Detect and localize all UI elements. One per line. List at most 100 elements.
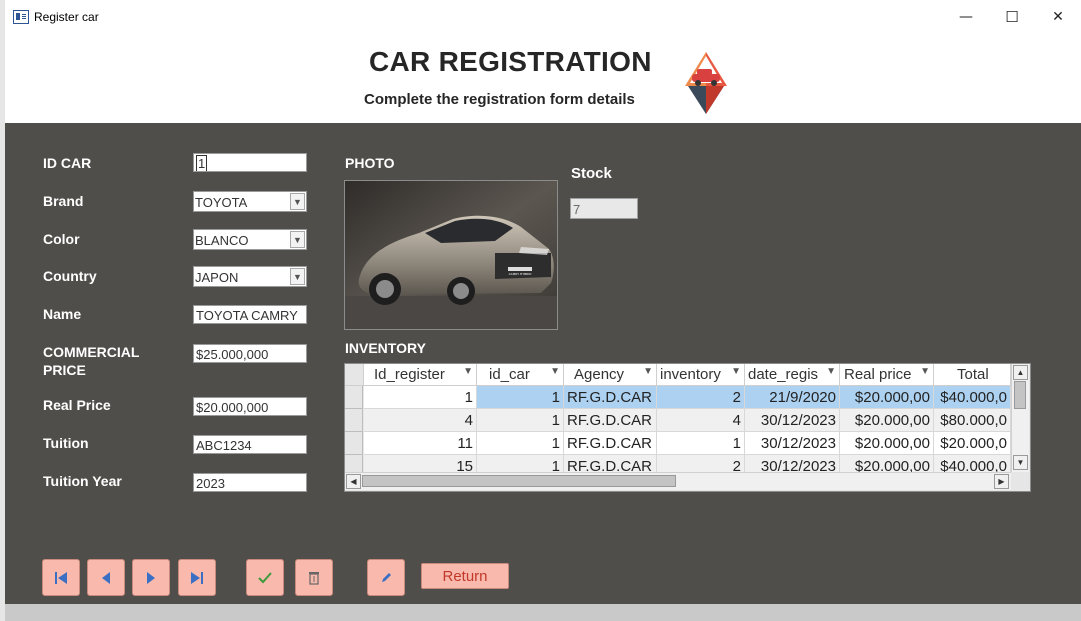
cell-id-car[interactable]: 1 xyxy=(477,432,564,455)
name-field[interactable]: TOYOTA CAMRY xyxy=(193,305,307,324)
select-all-corner[interactable] xyxy=(345,364,364,386)
register-car-window: Register car — ☐ ✕ CAR REGISTRATION Comp… xyxy=(5,0,1081,621)
stock-field: 7 xyxy=(570,198,638,219)
chevron-down-icon[interactable]: ▼ xyxy=(550,366,560,377)
col-header-real-price[interactable]: Real price ▼ xyxy=(840,364,934,386)
country-select[interactable]: JAPON ▼ xyxy=(193,266,307,287)
brand-value: TOYOTA xyxy=(195,195,248,210)
real-price-field[interactable]: $20.000,000 xyxy=(193,397,307,416)
name-label: Name xyxy=(43,306,82,322)
car-photo: CAMRY HYBRID xyxy=(344,180,558,330)
color-label: Color xyxy=(43,231,80,247)
camry-badge-text: CAMRY HYBRID xyxy=(509,272,533,276)
chevron-down-icon[interactable]: ▼ xyxy=(731,366,741,377)
cell-real-price[interactable]: $20.000,00 xyxy=(840,432,934,455)
cell-date-regis[interactable]: 21/9/2020 xyxy=(745,386,840,409)
last-record-button[interactable] xyxy=(178,559,216,596)
country-value: JAPON xyxy=(195,270,239,285)
horizontal-scrollbar[interactable]: ◀ ▶ xyxy=(345,472,1011,490)
cell-total[interactable]: $80.000,0 xyxy=(934,409,1011,432)
cell-id-car[interactable]: 1 xyxy=(477,409,564,432)
horizontal-scroll-thumb[interactable] xyxy=(362,475,676,487)
tuition-year-field[interactable]: 2023 xyxy=(193,473,307,492)
commercial-price-label-line2: PRICE xyxy=(43,362,86,378)
cell-real-price[interactable]: $20.000,00 xyxy=(840,386,934,409)
commercial-price-field[interactable]: $25.000,000 xyxy=(193,344,307,363)
stock-label: Stock xyxy=(571,165,612,182)
scroll-up-icon[interactable]: ▲ xyxy=(1013,365,1028,380)
scroll-down-icon[interactable]: ▼ xyxy=(1013,455,1028,470)
cell-total[interactable]: $40.000,0 xyxy=(934,386,1011,409)
scroll-left-icon[interactable]: ◀ xyxy=(346,474,361,489)
previous-record-icon xyxy=(102,571,110,584)
cell-inventory[interactable]: 2 xyxy=(657,386,745,409)
chevron-down-icon[interactable]: ▼ xyxy=(463,366,473,377)
previous-record-button[interactable] xyxy=(87,559,125,596)
maximize-button[interactable]: ☐ xyxy=(989,0,1035,34)
vertical-scroll-thumb[interactable] xyxy=(1014,381,1026,409)
window-title: Register car xyxy=(34,10,99,24)
col-header-agency[interactable]: Agency ▼ xyxy=(564,364,657,386)
return-button[interactable]: Return xyxy=(421,563,509,589)
inventory-label: INVENTORY xyxy=(345,340,426,356)
page-title: CAR REGISTRATION xyxy=(369,46,652,77)
cell-agency[interactable]: RF.G.D.CAR xyxy=(564,386,657,409)
chevron-down-icon[interactable]: ▼ xyxy=(826,366,836,377)
status-bar xyxy=(5,604,1081,621)
title-bar: Register car — ☐ ✕ xyxy=(5,0,1081,34)
last-record-icon xyxy=(191,571,203,584)
tuition-label: Tuition xyxy=(43,435,89,451)
delete-record-button[interactable] xyxy=(295,559,333,596)
scroll-right-icon[interactable]: ▶ xyxy=(994,474,1009,489)
first-record-button[interactable] xyxy=(42,559,80,596)
col-header-id-car[interactable]: id_car ▼ xyxy=(477,364,564,386)
cell-id-register[interactable]: 4 xyxy=(364,409,477,432)
cell-id-register[interactable]: 11 xyxy=(364,432,477,455)
id-car-field[interactable]: 1 xyxy=(193,153,307,172)
page-subtitle: Complete the registration form details xyxy=(364,91,635,108)
next-record-button[interactable] xyxy=(132,559,170,596)
chevron-down-icon[interactable]: ▼ xyxy=(290,231,305,248)
cell-date-regis[interactable]: 30/12/2023 xyxy=(745,409,840,432)
brand-select[interactable]: TOYOTA ▼ xyxy=(193,191,307,212)
cell-total[interactable]: $20.000,0 xyxy=(934,432,1011,455)
cell-agency[interactable]: RF.G.D.CAR xyxy=(564,409,657,432)
col-header-id-register[interactable]: Id_register ▼ xyxy=(364,364,477,386)
col-header-date-regis[interactable]: date_regis ▼ xyxy=(745,364,840,386)
form-header: CAR REGISTRATION Complete the registrati… xyxy=(5,34,1081,123)
tuition-field[interactable]: ABC1234 xyxy=(193,435,307,454)
tuition-year-label: Tuition Year xyxy=(43,473,122,489)
chevron-down-icon[interactable]: ▼ xyxy=(920,366,930,377)
vertical-scrollbar[interactable]: ▲ ▼ xyxy=(1011,364,1029,472)
col-header-inventory[interactable]: inventory ▼ xyxy=(657,364,745,386)
form-app-icon xyxy=(13,10,29,24)
row-selector[interactable] xyxy=(345,409,363,432)
cell-real-price[interactable]: $20.000,00 xyxy=(840,409,934,432)
cell-agency[interactable]: RF.G.D.CAR xyxy=(564,432,657,455)
close-button[interactable]: ✕ xyxy=(1035,0,1081,34)
chevron-down-icon[interactable]: ▼ xyxy=(290,268,305,285)
col-header-total[interactable]: Total xyxy=(934,364,1011,386)
cell-id-register[interactable]: 1 xyxy=(364,386,477,409)
check-icon xyxy=(258,571,272,583)
cell-date-regis[interactable]: 30/12/2023 xyxy=(745,432,840,455)
id-car-value: 1 xyxy=(196,155,208,171)
chevron-down-icon[interactable]: ▼ xyxy=(290,193,305,210)
row-selector[interactable] xyxy=(345,432,363,455)
cell-inventory[interactable]: 4 xyxy=(657,409,745,432)
pencil-icon xyxy=(382,572,391,582)
inventory-grid[interactable]: Id_register ▼ id_car ▼ Agency ▼ inventory ▼ … xyxy=(344,363,1031,492)
cell-id-car[interactable]: 1 xyxy=(477,386,564,409)
color-select[interactable]: BLANCO ▼ xyxy=(193,229,307,250)
chevron-down-icon[interactable]: ▼ xyxy=(643,366,653,377)
form-body: ID CAR Brand Color Country Name COMMERCI… xyxy=(5,123,1081,604)
save-record-button[interactable] xyxy=(246,559,284,596)
row-selector[interactable] xyxy=(345,386,363,409)
minimize-button[interactable]: — xyxy=(943,0,989,34)
country-label: Country xyxy=(43,268,97,284)
cell-inventory[interactable]: 1 xyxy=(657,432,745,455)
color-value: BLANCO xyxy=(195,233,249,248)
id-car-label: ID CAR xyxy=(43,155,92,171)
first-record-icon xyxy=(55,571,67,584)
edit-record-button[interactable] xyxy=(367,559,405,596)
